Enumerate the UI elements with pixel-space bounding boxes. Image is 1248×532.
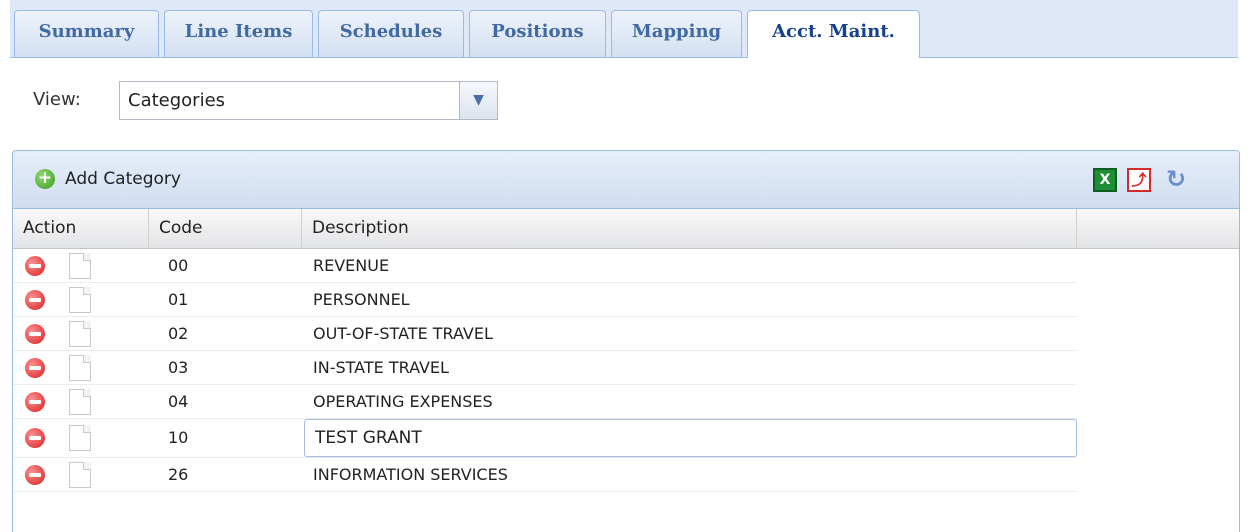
add-category-label: Add Category bbox=[65, 169, 181, 189]
document-icon[interactable] bbox=[69, 389, 91, 415]
row-code: 04 bbox=[168, 392, 189, 411]
document-icon[interactable] bbox=[69, 355, 91, 381]
refresh-icon[interactable]: ↻ bbox=[1163, 167, 1189, 192]
tab-mapping[interactable]: Mapping bbox=[611, 10, 742, 57]
tab-line-items[interactable]: Line Items bbox=[164, 10, 313, 57]
tab-schedules[interactable]: Schedules bbox=[318, 10, 464, 57]
delete-icon[interactable] bbox=[25, 428, 45, 448]
delete-icon[interactable] bbox=[25, 392, 45, 412]
column-header-action[interactable]: Action bbox=[13, 209, 149, 248]
tab-acct-maint[interactable]: Acct. Maint. bbox=[747, 10, 920, 58]
row-code: 03 bbox=[168, 358, 189, 377]
tab-positions[interactable]: Positions bbox=[469, 10, 606, 57]
add-icon: + bbox=[35, 169, 55, 189]
view-select-value: Categories bbox=[128, 90, 226, 111]
row-code: 00 bbox=[168, 256, 189, 275]
add-category-button[interactable]: + Add Category bbox=[35, 169, 181, 193]
table-row[interactable]: 01 PERSONNEL bbox=[13, 283, 1077, 317]
document-icon[interactable] bbox=[69, 425, 91, 451]
table-row[interactable]: 10 TEST GRANT bbox=[13, 419, 1077, 458]
table-row[interactable]: 02 OUT-OF-STATE TRAVEL bbox=[13, 317, 1077, 351]
row-code: 10 bbox=[168, 428, 189, 447]
column-header-code[interactable]: Code bbox=[149, 209, 302, 248]
categories-grid-panel: + Add Category X ⤴ ↻ Action Code Descript… bbox=[12, 150, 1240, 532]
row-code: 01 bbox=[168, 290, 189, 309]
pdf-export-icon[interactable]: ⤴ bbox=[1127, 168, 1151, 192]
grid-header: Action Code Description bbox=[13, 209, 1239, 249]
view-label: View: bbox=[33, 89, 81, 110]
view-select[interactable]: Categories ▼ bbox=[119, 81, 498, 120]
grid-toolbar: + Add Category X ⤴ ↻ bbox=[13, 151, 1239, 209]
row-description[interactable]: OPERATING EXPENSES bbox=[313, 385, 493, 418]
row-description[interactable]: INFORMATION SERVICES bbox=[313, 458, 508, 491]
table-row[interactable]: 04 OPERATING EXPENSES bbox=[13, 385, 1077, 419]
row-code: 26 bbox=[168, 465, 189, 484]
chevron-down-icon[interactable]: ▼ bbox=[459, 82, 497, 119]
delete-icon[interactable] bbox=[25, 358, 45, 378]
table-row[interactable]: 26 INFORMATION SERVICES bbox=[13, 458, 1077, 492]
document-icon[interactable] bbox=[69, 287, 91, 313]
row-code: 02 bbox=[168, 324, 189, 343]
excel-export-icon[interactable]: X bbox=[1093, 168, 1117, 192]
delete-icon[interactable] bbox=[25, 324, 45, 344]
row-description[interactable]: REVENUE bbox=[313, 249, 389, 282]
row-description[interactable]: PERSONNEL bbox=[313, 283, 410, 316]
delete-icon[interactable] bbox=[25, 465, 45, 485]
column-header-description[interactable]: Description bbox=[302, 209, 1077, 248]
row-description[interactable]: OUT-OF-STATE TRAVEL bbox=[313, 317, 493, 350]
table-row[interactable]: 03 IN-STATE TRAVEL bbox=[13, 351, 1077, 385]
row-description[interactable]: IN-STATE TRAVEL bbox=[313, 351, 449, 384]
delete-icon[interactable] bbox=[25, 256, 45, 276]
description-edit-field[interactable]: TEST GRANT bbox=[304, 419, 1077, 457]
grid-body: 00 REVENUE 01 PERSONNEL 02 OUT-OF-STATE … bbox=[13, 249, 1077, 492]
table-row[interactable]: 00 REVENUE bbox=[13, 249, 1077, 283]
tab-bar: Summary Line Items Schedules Positions M… bbox=[10, 0, 1238, 58]
document-icon[interactable] bbox=[69, 253, 91, 279]
document-icon[interactable] bbox=[69, 321, 91, 347]
tab-summary[interactable]: Summary bbox=[14, 10, 159, 57]
delete-icon[interactable] bbox=[25, 290, 45, 310]
document-icon[interactable] bbox=[69, 462, 91, 488]
